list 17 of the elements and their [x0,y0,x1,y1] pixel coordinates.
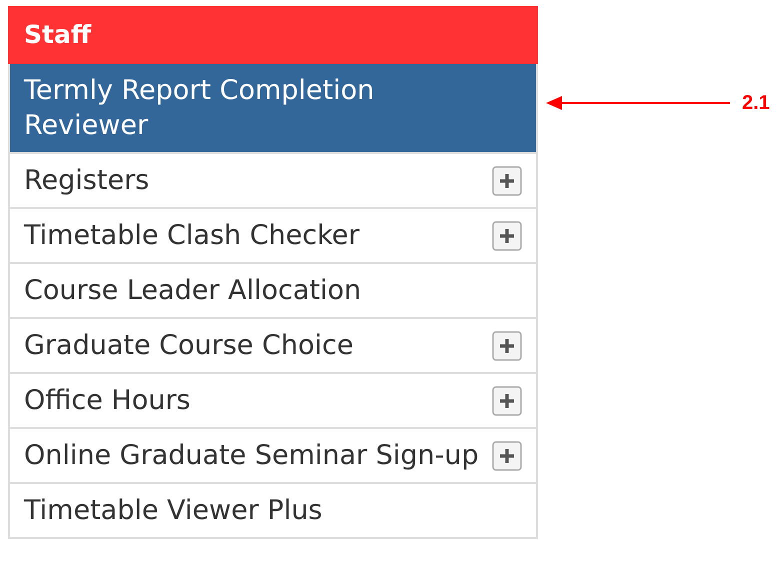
arrow-icon [546,95,730,111]
menu-header: Staff [8,6,538,64]
plus-icon[interactable] [492,330,522,360]
menu-item-label: Termly Report Completion Reviewer [24,74,376,143]
menu-item-label: Online Graduate Seminar Sign-up [24,439,479,473]
plus-icon[interactable] [492,440,522,470]
menu-item-label: Office Hours [24,384,190,418]
menu-item-label: Course Leader Allocation [24,274,362,308]
menu-item[interactable]: Termly Report Completion Reviewer [10,64,536,154]
menu-item-label: Registers [24,164,150,198]
plus-icon[interactable] [492,220,522,250]
menu-item-label: Graduate Course Choice [24,329,354,363]
menu-item-label: Timetable Viewer Plus [24,494,322,528]
plus-icon[interactable] [492,386,522,416]
menu-item-label: Timetable Clash Checker [24,219,360,253]
annotation-label: 2.1 [742,91,770,116]
plus-icon[interactable] [492,166,522,196]
